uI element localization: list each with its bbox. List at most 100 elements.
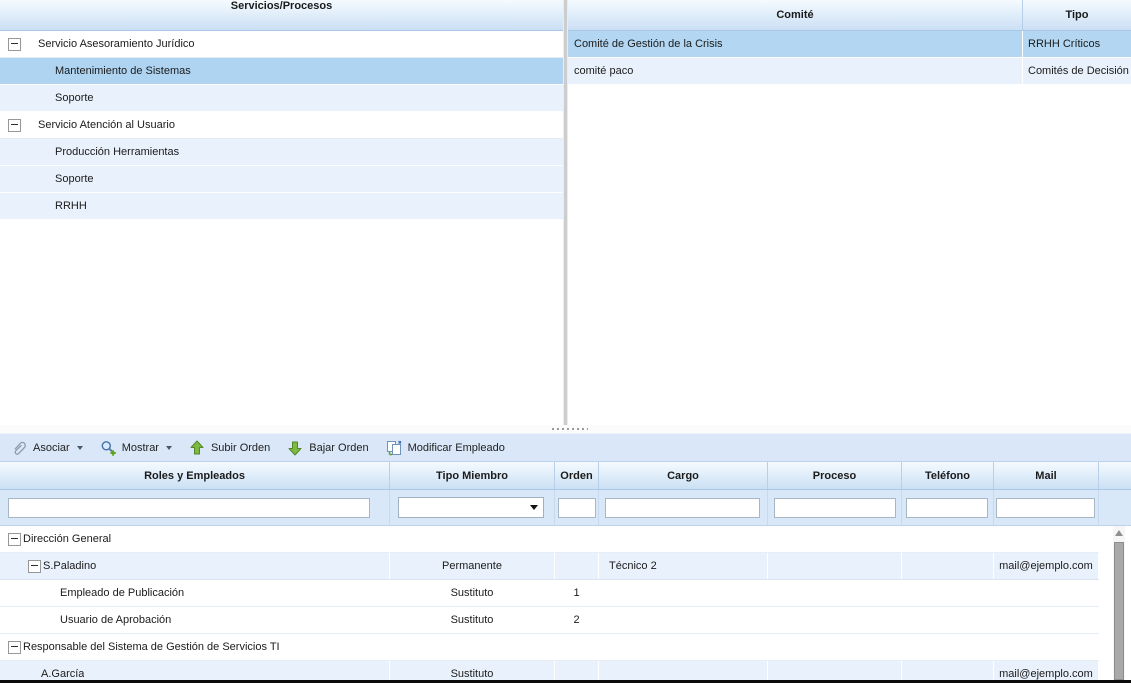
tree-item-label: Soporte xyxy=(55,173,94,185)
tipo-miembro-cell: Sustituto xyxy=(390,661,555,680)
collapse-icon[interactable] xyxy=(8,119,21,132)
orden-cell xyxy=(555,634,599,660)
committee-header-label: Comité xyxy=(776,9,813,21)
orden-filter-input[interactable] xyxy=(558,498,596,518)
subir-orden-button[interactable]: Subir Orden xyxy=(183,438,276,458)
table-row[interactable]: Comité de Gestión de la CrisisRRHH Críti… xyxy=(568,31,1131,58)
column-header-cargo[interactable]: Cargo xyxy=(599,462,768,489)
column-header-telefono[interactable]: Teléfono xyxy=(902,462,994,489)
tree-item[interactable]: Soporte xyxy=(0,85,563,112)
telefono-cell xyxy=(902,580,994,606)
table-row[interactable]: S.Paladino Permanente Técnico 2 mail@ejempl… xyxy=(0,553,1099,580)
tipo-miembro-cell: Sustituto xyxy=(390,607,555,633)
roles-grid: Roles y Empleados Tipo Miembro Orden Car… xyxy=(0,462,1131,680)
roles-cell: A.García xyxy=(0,661,390,680)
telefono-cell xyxy=(902,526,994,552)
proceso-cell xyxy=(768,526,902,552)
mail-cell xyxy=(994,607,1099,633)
roles-grid-header: Roles y Empleados Tipo Miembro Orden Car… xyxy=(0,462,1131,490)
cargo-cell xyxy=(599,526,768,552)
cargo-filter-input[interactable] xyxy=(605,498,760,518)
roles-cell: S.Paladino xyxy=(0,553,390,579)
tipo-miembro-cell: Sustituto xyxy=(390,580,555,606)
modificar-empleado-button[interactable]: Modificar Empleado xyxy=(380,438,511,458)
tipo-column-header[interactable]: Tipo xyxy=(1023,0,1131,30)
mail-cell: mail@ejemplo.com xyxy=(994,553,1099,579)
orden-cell: 1 xyxy=(555,580,599,606)
tree-item[interactable]: Soporte xyxy=(0,166,563,193)
tree-item[interactable]: RRHH xyxy=(0,193,563,220)
mail-cell: mail@ejemplo.com xyxy=(994,661,1099,680)
mail-cell xyxy=(994,580,1099,606)
mail-cell xyxy=(994,526,1099,552)
tree-item[interactable]: Producción Herramientas xyxy=(0,139,563,166)
telefono-filter-input[interactable] xyxy=(906,498,988,518)
table-row[interactable]: Empleado de Publicación Sustituto1 xyxy=(0,580,1099,607)
scroll-up-icon[interactable] xyxy=(1115,530,1123,536)
roles-label: A.García xyxy=(41,668,84,680)
modificar-empleado-label: Modificar Empleado xyxy=(408,442,505,454)
cargo-cell xyxy=(599,607,768,633)
tree-item-label: RRHH xyxy=(55,200,87,212)
collapse-icon[interactable] xyxy=(8,38,21,51)
roles-filter-row xyxy=(0,490,1131,526)
column-header-filler xyxy=(1099,462,1131,489)
tipo-miembro-cell xyxy=(390,526,555,552)
orden-cell: 2 xyxy=(555,607,599,633)
horizontal-splitter[interactable] xyxy=(0,425,1131,433)
column-header-mail[interactable]: Mail xyxy=(994,462,1099,489)
tipo-miembro-cell xyxy=(390,634,555,660)
cargo-cell xyxy=(599,661,768,680)
collapse-icon[interactable] xyxy=(28,560,41,573)
tipo-cell: Comités de Decisión xyxy=(1023,58,1131,84)
app-window: Servicios/Procesos Servicio Asesoramient… xyxy=(0,0,1131,683)
tree-item[interactable]: Servicio Asesoramiento Jurídico xyxy=(0,31,563,58)
tipo-cell: RRHH Críticos xyxy=(1023,31,1131,57)
bajar-orden-button[interactable]: Bajar Orden xyxy=(281,438,374,458)
cargo-cell xyxy=(599,580,768,606)
tipo-miembro-filter-select[interactable] xyxy=(398,497,544,518)
table-row[interactable]: Usuario de AprobaciónSustituto2 xyxy=(0,607,1099,634)
subir-orden-label: Subir Orden xyxy=(211,442,270,454)
column-header-tipo-miembro[interactable]: Tipo Miembro xyxy=(390,462,555,489)
table-row[interactable]: comité pacoComités de Decisión xyxy=(568,58,1131,85)
committees-panel: Comité Tipo Comité de Gestión de la Cris… xyxy=(568,0,1131,425)
collapse-icon[interactable] xyxy=(8,533,21,546)
services-column-header[interactable]: Servicios/Procesos xyxy=(0,0,563,31)
proceso-cell xyxy=(768,661,902,680)
tipo-miembro-cell: Permanente xyxy=(390,553,555,579)
asociar-button[interactable]: Asociar xyxy=(5,438,89,458)
tree-item[interactable]: Mantenimiento de Sistemas xyxy=(0,58,563,85)
green-arrow-down-icon xyxy=(287,440,303,456)
mail-filter-input[interactable] xyxy=(996,498,1095,518)
cargo-cell: Técnico 2 xyxy=(599,553,768,579)
roles-label: Empleado de Publicación xyxy=(60,587,184,599)
splitter-grip-icon[interactable] xyxy=(552,428,588,430)
committee-cell: comité paco xyxy=(568,58,1023,84)
column-header-orden[interactable]: Orden xyxy=(555,462,599,489)
orden-cell xyxy=(555,661,599,680)
tree-item[interactable]: Servicio Atención al Usuario xyxy=(0,112,563,139)
proceso-filter-input[interactable] xyxy=(774,498,896,518)
table-row[interactable]: Responsable del Sistema de Gestión de Se… xyxy=(0,634,1099,661)
committee-column-header[interactable]: Comité xyxy=(568,0,1023,30)
roles-filter-input[interactable] xyxy=(8,498,370,518)
telefono-cell xyxy=(902,607,994,633)
collapse-icon[interactable] xyxy=(8,641,21,654)
table-row[interactable]: Dirección General xyxy=(0,526,1099,553)
column-header-roles[interactable]: Roles y Empleados xyxy=(0,462,390,489)
roles-label: S.Paladino xyxy=(43,560,96,572)
tree-item-label: Producción Herramientas xyxy=(55,146,179,158)
mostrar-label: Mostrar xyxy=(122,442,159,454)
roles-grid-body: Dirección General S.Paladino Permanente Téc… xyxy=(0,526,1131,680)
roles-label: Dirección General xyxy=(23,533,111,545)
green-arrow-up-icon xyxy=(189,440,205,456)
table-row[interactable]: A.García Sustituto mail@ejemplo.com xyxy=(0,661,1099,680)
proceso-cell xyxy=(768,553,902,579)
scrollbar-thumb[interactable] xyxy=(1114,542,1124,680)
chevron-down-icon xyxy=(77,446,83,450)
column-header-proceso[interactable]: Proceso xyxy=(768,462,902,489)
vertical-scrollbar[interactable] xyxy=(1113,526,1125,680)
roles-toolbar: Asociar Mostrar Subir Orden Bajar Orden xyxy=(0,433,1131,462)
mostrar-button[interactable]: Mostrar xyxy=(94,438,178,458)
